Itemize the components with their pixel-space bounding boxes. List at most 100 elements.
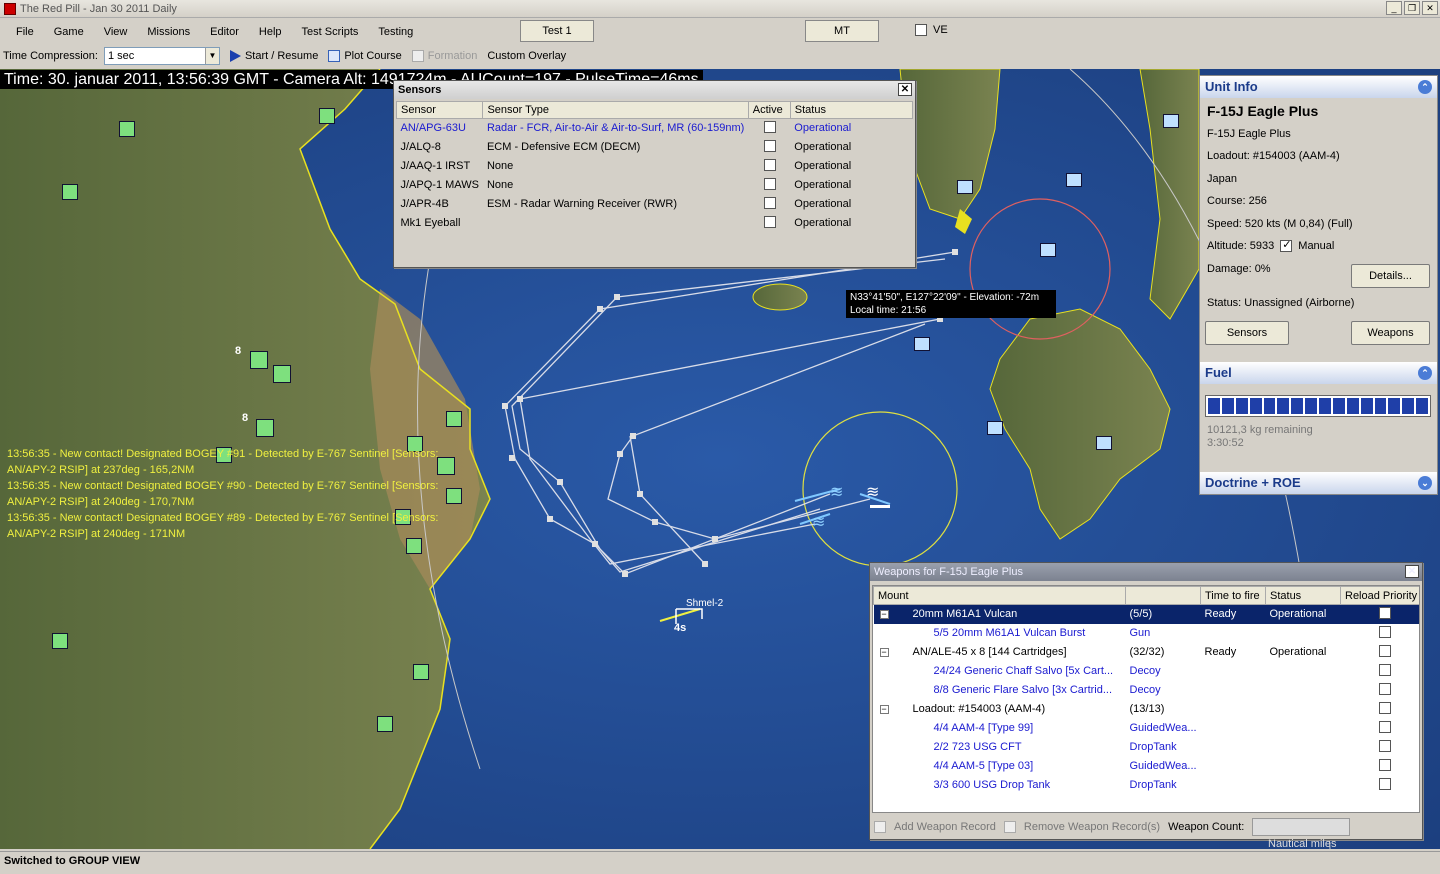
sam-site-icon[interactable] — [250, 351, 268, 369]
collapse-toggle-icon[interactable]: − — [879, 609, 889, 619]
column-header[interactable]: Time to fire — [1200, 586, 1266, 605]
sensor-row[interactable]: Mk1 Eyeball Operational — [397, 214, 913, 233]
sensor-active-checkbox[interactable] — [764, 139, 777, 152]
weapons-button[interactable]: Weapons — [1351, 321, 1430, 345]
start-resume-button[interactable]: Start / Resume — [229, 50, 318, 62]
weapon-row[interactable]: − AN/ALE-45 x 8 [144 Cartridges] (32/32) Re… — [874, 643, 1420, 662]
weapon-row[interactable]: 24/24 Generic Chaff Salvo [5x Cart... Dec… — [874, 662, 1420, 681]
menu-file[interactable]: File — [8, 26, 42, 38]
base-icon[interactable] — [914, 337, 930, 351]
ve-toggle[interactable]: VE — [915, 24, 948, 36]
sensor-row[interactable]: J/APQ-1 MAWS None Operational — [397, 176, 913, 195]
restore-button[interactable]: ❐ — [1404, 1, 1420, 15]
menu-help[interactable]: Help — [251, 26, 290, 38]
base-icon[interactable] — [1066, 173, 1082, 187]
sensor-active-checkbox[interactable] — [764, 215, 777, 228]
sam-site-icon[interactable] — [273, 365, 291, 383]
weapon-row[interactable]: 2/2 723 USG CFT DropTank — [874, 738, 1420, 757]
doctrine-header[interactable]: Doctrine + ROE ⌄ — [1200, 472, 1437, 494]
close-window-button[interactable]: ✕ — [1422, 1, 1438, 15]
reload-priority-checkbox[interactable] — [1378, 663, 1391, 676]
base-icon[interactable] — [987, 421, 1003, 435]
weapon-count-field[interactable] — [1252, 818, 1351, 836]
column-header[interactable]: Mount — [873, 586, 1126, 605]
ground-unit-icon[interactable] — [52, 633, 68, 649]
custom-overlay-button[interactable]: Custom Overlay — [487, 50, 566, 62]
reload-priority-checkbox[interactable] — [1378, 625, 1391, 638]
column-header[interactable]: Reload Priority — [1340, 586, 1419, 605]
sensor-row[interactable]: J/APR-4B ESM - Radar Warning Receiver (RW… — [397, 195, 913, 214]
weapon-row[interactable]: 4/4 AAM-4 [Type 99] GuidedWea... — [874, 719, 1420, 738]
test1-button[interactable]: Test 1 — [520, 20, 594, 42]
manual-altitude-checkbox[interactable] — [1280, 238, 1293, 252]
chevron-down-icon[interactable]: ▼ — [204, 48, 219, 64]
collapse-icon[interactable]: ⌃ — [1418, 80, 1432, 94]
ground-unit-icon[interactable] — [446, 411, 462, 427]
expand-icon[interactable]: ⌄ — [1418, 476, 1432, 490]
remove-weapon-record-button[interactable]: Remove Weapon Record(s) — [1024, 821, 1160, 833]
reload-priority-checkbox[interactable] — [1378, 758, 1391, 771]
minimize-button[interactable]: _ — [1386, 1, 1402, 15]
column-header[interactable] — [1125, 586, 1201, 605]
mt-button[interactable]: MT — [805, 20, 879, 42]
plot-course-button[interactable]: Plot Course — [328, 50, 402, 62]
sensors-window-title[interactable]: Sensors ✕ — [394, 81, 915, 99]
base-icon[interactable] — [1163, 114, 1179, 128]
menu-view[interactable]: View — [96, 26, 136, 38]
weapon-row[interactable]: − 20mm M61A1 Vulcan (5/5) Ready Operational — [873, 604, 1419, 624]
column-header[interactable]: Status — [1265, 586, 1341, 605]
sensor-row[interactable]: J/AAQ-1 IRST None Operational — [397, 157, 913, 176]
ve-checkbox[interactable] — [915, 24, 927, 36]
ground-unit-icon[interactable] — [119, 121, 135, 137]
collapse-icon[interactable]: ⌃ — [1418, 366, 1432, 380]
menu-editor[interactable]: Editor — [202, 26, 247, 38]
sensor-active-checkbox[interactable] — [764, 177, 777, 190]
menu-game[interactable]: Game — [46, 26, 92, 38]
menu-test-scripts[interactable]: Test Scripts — [294, 26, 367, 38]
column-header[interactable]: Active — [747, 101, 791, 119]
sensors-button[interactable]: Sensors — [1205, 321, 1289, 345]
reload-priority-checkbox[interactable] — [1378, 777, 1391, 790]
weapon-row[interactable]: 4/4 AAM-5 [Type 03] GuidedWea... — [874, 757, 1420, 776]
formation-button[interactable]: Formation — [411, 50, 477, 62]
close-icon[interactable]: ✕ — [1405, 565, 1419, 578]
reload-priority-checkbox[interactable] — [1378, 701, 1391, 714]
menu-missions[interactable]: Missions — [139, 26, 198, 38]
menu-testing[interactable]: Testing — [370, 26, 421, 38]
reload-priority-checkbox[interactable] — [1378, 606, 1391, 619]
weapon-row[interactable]: − Loadout: #154003 (AAM-4) (13/13) — [874, 700, 1420, 719]
sensor-active-checkbox[interactable] — [764, 158, 777, 171]
fuel-header[interactable]: Fuel ⌃ — [1200, 362, 1437, 384]
weapon-row[interactable]: 5/5 20mm M61A1 Vulcan Burst Gun — [874, 624, 1420, 643]
weapon-row[interactable]: 8/8 Generic Flare Salvo [3x Cartrid... De… — [874, 681, 1420, 700]
column-header[interactable]: Sensor Type — [482, 101, 749, 119]
sam-site-icon[interactable] — [256, 419, 274, 437]
reload-priority-checkbox[interactable] — [1378, 720, 1391, 733]
reload-priority-checkbox[interactable] — [1378, 682, 1391, 695]
ground-unit-icon[interactable] — [413, 664, 429, 680]
reload-priority-checkbox[interactable] — [1378, 644, 1391, 657]
sensor-row[interactable]: AN/APG-63U Radar - FCR, Air-to-Air & Air-… — [397, 119, 913, 138]
close-icon[interactable]: ✕ — [898, 83, 912, 96]
column-header[interactable]: Sensor — [395, 101, 484, 119]
reload-priority-checkbox[interactable] — [1378, 739, 1391, 752]
sensor-active-checkbox[interactable] — [764, 196, 777, 209]
base-icon[interactable] — [1096, 436, 1112, 450]
base-icon[interactable] — [957, 180, 973, 194]
unit-info-header[interactable]: Unit Info ⌃ — [1200, 76, 1437, 98]
base-icon[interactable] — [1040, 243, 1056, 257]
collapse-toggle-icon[interactable]: − — [879, 704, 889, 714]
collapse-toggle-icon[interactable]: − — [879, 647, 889, 657]
time-compression-select[interactable]: 1 sec ▼ — [103, 47, 220, 65]
add-weapon-record-button[interactable]: Add Weapon Record — [894, 821, 996, 833]
weapon-row[interactable]: 3/3 600 USG Drop Tank DropTank — [874, 776, 1420, 795]
sensor-row[interactable]: J/ALQ-8 ECM - Defensive ECM (DECM) Operati… — [397, 138, 913, 157]
ground-unit-icon[interactable] — [62, 184, 78, 200]
sensor-active-checkbox[interactable] — [764, 120, 777, 133]
column-header[interactable]: Status — [789, 101, 914, 119]
ground-unit-icon[interactable] — [446, 488, 462, 504]
ground-unit-icon[interactable] — [377, 716, 393, 732]
details-button[interactable]: Details... — [1351, 264, 1430, 288]
weapons-window-title[interactable]: Weapons for F-15J Eagle Plus ✕ — [870, 563, 1422, 581]
ground-unit-icon[interactable] — [319, 108, 335, 124]
